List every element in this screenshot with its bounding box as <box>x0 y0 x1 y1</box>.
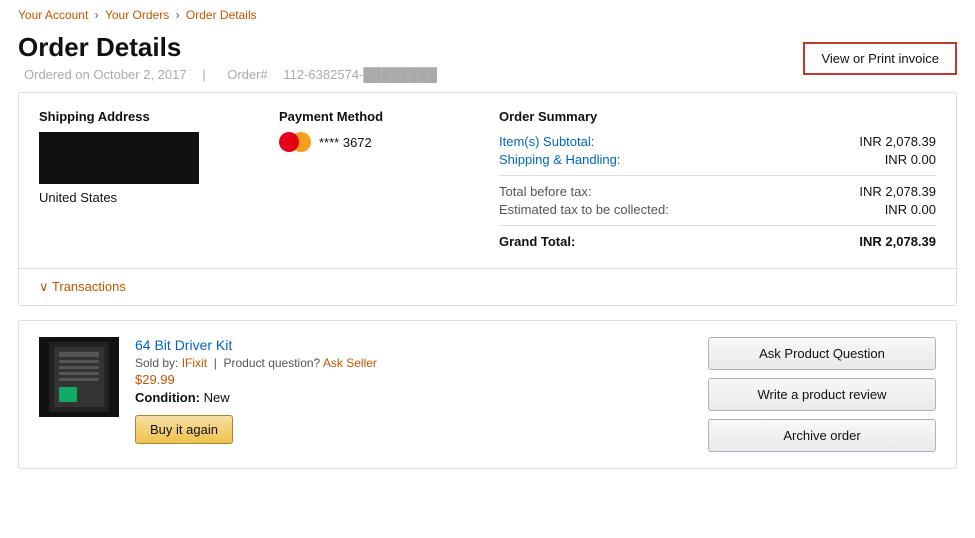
pretax-label: Total before tax: <box>499 184 592 199</box>
breadcrumb-sep-2: › <box>176 8 183 22</box>
order-number: Order# 112-6382574-████████ <box>221 67 443 82</box>
product-question-label: Product question? <box>224 356 321 370</box>
product-info: 64 Bit Driver Kit Sold by: IFixit | Prod… <box>135 337 692 444</box>
summary-divider-2 <box>499 225 936 226</box>
summary-row-subtotal: Item(s) Subtotal: INR 2,078.39 <box>499 134 936 149</box>
order-meta: Ordered on October 2, 2017 | Order# 112-… <box>18 67 449 82</box>
invoice-button[interactable]: View or Print invoice <box>803 42 957 75</box>
meta-separator: | <box>202 67 205 82</box>
summary-divider <box>499 175 936 176</box>
transactions-chevron: ∨ <box>39 279 49 294</box>
grand-total-value: INR 2,078.39 <box>859 234 936 249</box>
order-date: Ordered on October 2, 2017 <box>24 67 187 82</box>
payment-row: **** 3672 <box>279 132 479 152</box>
shipping-heading: Shipping Address <box>39 109 259 124</box>
card-last4: **** 3672 <box>319 135 372 150</box>
shipping-label: Shipping & Handling: <box>499 152 620 167</box>
shipping-value: INR 0.00 <box>885 152 936 167</box>
product-image <box>39 337 119 417</box>
breadcrumb-order-details[interactable]: Order Details <box>186 8 257 22</box>
subtotal-label: Item(s) Subtotal: <box>499 134 594 149</box>
page-header: Order Details Ordered on October 2, 2017… <box>0 26 975 92</box>
pretax-value: INR 2,078.39 <box>859 184 936 199</box>
summary-heading: Order Summary <box>499 109 936 124</box>
transactions-toggle[interactable]: ∨ Transactions <box>19 269 956 305</box>
breadcrumb-orders[interactable]: Your Orders <box>105 8 169 22</box>
seller-link[interactable]: IFixit <box>182 356 207 370</box>
payment-col: Payment Method **** 3672 <box>279 109 499 252</box>
breadcrumb-sep-1: › <box>95 8 102 22</box>
info-row: Shipping Address United States Payment M… <box>19 93 956 269</box>
product-sold-by: Sold by: IFixit | Product question? Ask … <box>135 356 692 370</box>
grand-total-label: Grand Total: <box>499 234 575 249</box>
summary-row-shipping: Shipping & Handling: INR 0.00 <box>499 152 936 167</box>
order-summary: Order Summary Item(s) Subtotal: INR 2,07… <box>499 109 936 252</box>
breadcrumb: Your Account › Your Orders › Order Detai… <box>0 0 975 26</box>
condition-value: New <box>204 390 230 405</box>
summary-row-tax: Estimated tax to be collected: INR 0.00 <box>499 202 936 217</box>
ask-product-question-button[interactable]: Ask Product Question <box>708 337 936 370</box>
buy-again-button[interactable]: Buy it again <box>135 415 233 444</box>
summary-row-pretax: Total before tax: INR 2,078.39 <box>499 184 936 199</box>
archive-order-button[interactable]: Archive order <box>708 419 936 452</box>
product-title[interactable]: 64 Bit Driver Kit <box>135 337 692 353</box>
ask-seller-link[interactable]: Ask Seller <box>323 356 377 370</box>
mastercard-icon <box>279 132 311 152</box>
shipping-col: Shipping Address United States <box>39 109 279 252</box>
product-price: $29.99 <box>135 372 692 387</box>
breadcrumb-account[interactable]: Your Account <box>18 8 88 22</box>
main-card: Shipping Address United States Payment M… <box>18 92 957 306</box>
address-redacted <box>39 132 199 184</box>
page-title-block: Order Details Ordered on October 2, 2017… <box>18 32 449 82</box>
tax-label: Estimated tax to be collected: <box>499 202 669 217</box>
sold-by-label: Sold by: <box>135 356 178 370</box>
write-review-button[interactable]: Write a product review <box>708 378 936 411</box>
summary-row-total: Grand Total: INR 2,078.39 <box>499 234 936 249</box>
page-title: Order Details <box>18 32 449 63</box>
transactions-link[interactable]: Transactions <box>52 279 126 294</box>
tax-value: INR 0.00 <box>885 202 936 217</box>
subtotal-value: INR 2,078.39 <box>859 134 936 149</box>
payment-heading: Payment Method <box>279 109 479 124</box>
product-card: 64 Bit Driver Kit Sold by: IFixit | Prod… <box>18 320 957 469</box>
shipping-country: United States <box>39 190 259 205</box>
condition-label: Condition: <box>135 390 200 405</box>
product-condition: Condition: New <box>135 390 692 405</box>
product-actions: Ask Product Question Write a product rev… <box>708 337 936 452</box>
